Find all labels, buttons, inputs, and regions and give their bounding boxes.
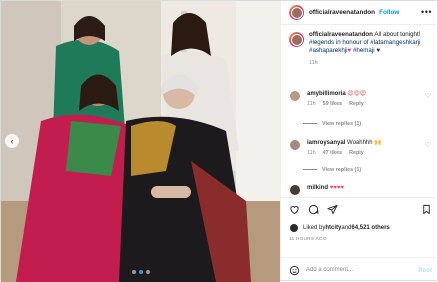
post-comment-button[interactable]: Post: [418, 267, 432, 274]
comment-text: 😍😍😍: [347, 91, 367, 97]
comment-bubble-icon[interactable]: [308, 204, 319, 215]
slide-indicator: [1, 270, 280, 274]
add-comment-input[interactable]: [306, 267, 406, 273]
caption-hashtag-hemaji[interactable]: #hemaji: [351, 47, 375, 54]
like-comment-heart-icon[interactable]: ♡: [425, 92, 431, 100]
slide-dot: [145, 270, 150, 274]
like-heart-icon[interactable]: [289, 204, 300, 215]
comment-time: 11h: [307, 150, 316, 156]
post-actions: Liked by htcity and 64,521 others 11 HOU…: [281, 197, 438, 257]
comment-likes[interactable]: 59 likes: [323, 101, 342, 107]
comment-item: amybillimoria 😍😍😍 11h 59 likes Reply: [289, 90, 433, 107]
post-timestamp: 11 HOURS AGO: [289, 237, 327, 242]
caption-username[interactable]: officialraveenatandon: [309, 31, 373, 38]
post-media[interactable]: ‹: [1, 1, 280, 282]
likes-count[interactable]: 64,521 others: [351, 225, 389, 231]
likes-mid: and: [341, 225, 352, 231]
reply-button[interactable]: Reply: [349, 150, 364, 156]
liker-avatar: [289, 223, 299, 233]
post-header: officialraveenatandon Follow •••: [281, 1, 438, 25]
comment-likes[interactable]: 47 likes: [323, 150, 342, 156]
more-options-icon[interactable]: •••: [421, 7, 432, 17]
bookmark-icon[interactable]: [421, 204, 432, 215]
comment-text: Woahhhh 🙌: [347, 140, 382, 146]
likes-summary[interactable]: Liked by htcity and 64,521 others: [289, 223, 390, 233]
slide-dot-active: [138, 270, 143, 274]
comment-item: iamroysanyal Woahhhh 🙌 11h 47 likes Reply: [289, 139, 433, 156]
commenter-avatar[interactable]: [289, 184, 301, 196]
post-photo: [1, 1, 280, 282]
emoji-smiley-icon[interactable]: [289, 265, 300, 276]
caption-time: 11h: [309, 59, 318, 66]
previous-slide-button[interactable]: ‹: [5, 134, 19, 148]
caption-avatar[interactable]: [289, 32, 304, 47]
comment-time: 11h: [307, 101, 316, 107]
comment-text: ♥♥♥♥: [329, 185, 344, 191]
caption-text: All about tonight!: [372, 31, 421, 38]
view-replies-button[interactable]: View replies (1): [303, 167, 361, 173]
follow-button[interactable]: Follow: [379, 9, 399, 16]
comment-username[interactable]: iamroysanyal: [307, 140, 345, 146]
post-caption: officialraveenatandon All about tonight!…: [289, 31, 433, 67]
commenter-avatar[interactable]: [289, 139, 301, 151]
view-replies-button[interactable]: View replies (1): [303, 121, 361, 127]
chevron-left-icon: ‹: [10, 136, 14, 146]
comment-item: milkind ♥♥♥♥: [289, 184, 433, 196]
heart-emoji-icon: ♥: [374, 47, 381, 55]
commenter-avatar[interactable]: [289, 90, 301, 102]
likes-prefix: Liked by: [303, 225, 326, 231]
comment-username[interactable]: milkind: [307, 185, 328, 191]
instagram-post: ‹ officialraveenatandon Follow ••• offic…: [0, 0, 438, 282]
author-avatar[interactable]: [289, 5, 304, 20]
reply-button[interactable]: Reply: [349, 101, 364, 107]
comment-username[interactable]: amybillimoria: [307, 91, 346, 97]
slide-dot: [131, 270, 136, 274]
share-send-icon[interactable]: [327, 204, 338, 215]
author-username[interactable]: officialraveenatandon: [309, 9, 375, 16]
liked-by-user[interactable]: htcity: [325, 225, 341, 231]
add-comment-bar: Post: [281, 257, 438, 282]
post-side-panel: officialraveenatandon Follow ••• officia…: [280, 1, 438, 282]
like-comment-heart-icon[interactable]: ♡: [425, 141, 431, 149]
